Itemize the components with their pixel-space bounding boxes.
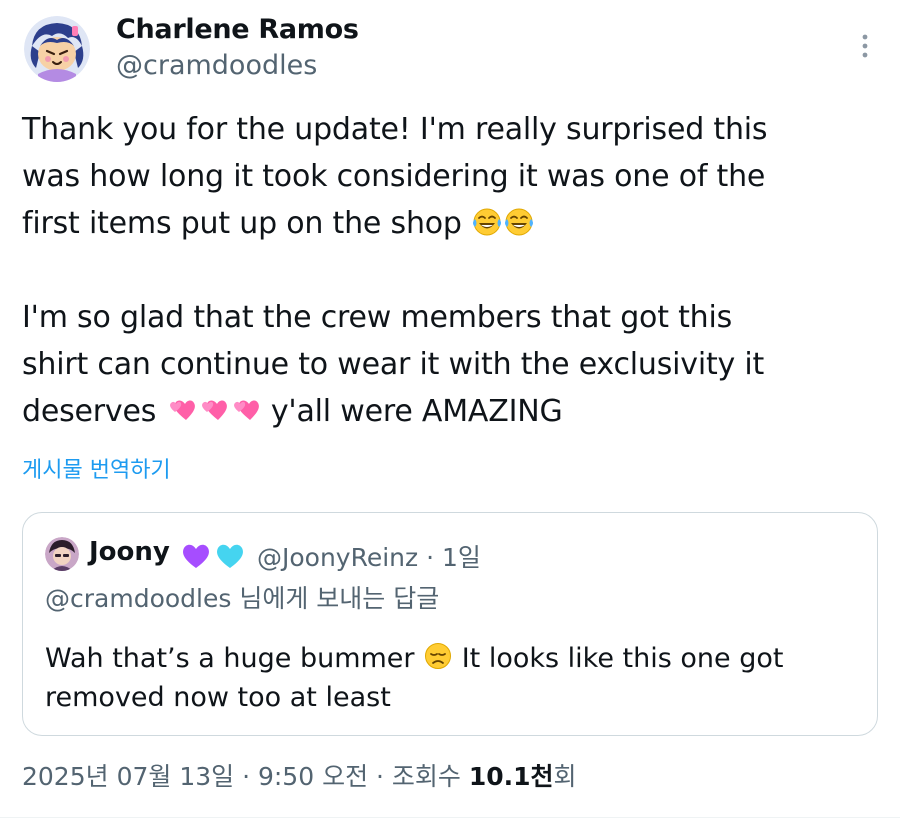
- tweet-text-line: deserves y'all were AMAZING: [22, 393, 563, 429]
- quote-author-hearts: [179, 539, 249, 571]
- more-vertical-icon: [850, 34, 880, 68]
- quote-author-name: Joony: [89, 537, 170, 567]
- tweet-text-line: I'm so glad that the crew members that g…: [22, 300, 733, 335]
- tweet-metadata: 2025년 07월 13일 · 9:50 오전 · 조회수 10.1천회: [22, 757, 577, 793]
- quote-text: Wah that’s a huge bummer It looks like t…: [45, 639, 855, 717]
- disappointed-face-emoji: [423, 641, 453, 671]
- divider: [0, 817, 900, 818]
- translate-post-link[interactable]: 게시물 번역하기: [22, 452, 171, 484]
- view-count: 10.1천: [468, 762, 554, 791]
- tweet-text-line: shirt can continue to wear it with the e…: [22, 347, 765, 382]
- tweet-text-line: Thank you for the update! I'm really sur…: [22, 112, 768, 147]
- two-hearts-emoji: [230, 393, 262, 425]
- quote-author-avatar[interactable]: [45, 537, 79, 571]
- tweet-timestamp[interactable]: 2025년 07월 13일 · 9:50 오전 · 조회수: [22, 762, 469, 791]
- tears-of-joy-emoji: [471, 205, 503, 237]
- quote-author-handle: @JoonyReinz · 1일: [257, 543, 481, 572]
- quote-text-line: Wah that’s a huge bummer It looks like t…: [45, 641, 784, 674]
- tweet: Charlene Ramos @cramdoodles Thank you fo…: [0, 0, 900, 822]
- quote-text-line: removed now too at least: [45, 682, 391, 713]
- tweet-text-line: was how long it took considering it was …: [22, 159, 766, 194]
- quote-reply-context: @cramdoodles 님에게 보내는 답글: [45, 584, 440, 613]
- tweet-text: Thank you for the update! I'm really sur…: [22, 106, 882, 435]
- tweet-text-line: first items put up on the shop: [22, 200, 882, 247]
- author-handle[interactable]: @cramdoodles: [116, 50, 317, 81]
- author-avatar[interactable]: [24, 16, 90, 82]
- quoted-tweet-card[interactable]: Joony @JoonyReinz · 1일 @cramdoodles 님에게 …: [22, 512, 878, 736]
- tears-of-joy-emoji: [503, 205, 535, 237]
- view-count-suffix: 회: [553, 762, 577, 791]
- author-name[interactable]: Charlene Ramos: [116, 14, 359, 45]
- two-hearts-emoji: [166, 393, 198, 425]
- more-options-button[interactable]: [850, 28, 880, 64]
- two-hearts-emoji: [198, 393, 230, 425]
